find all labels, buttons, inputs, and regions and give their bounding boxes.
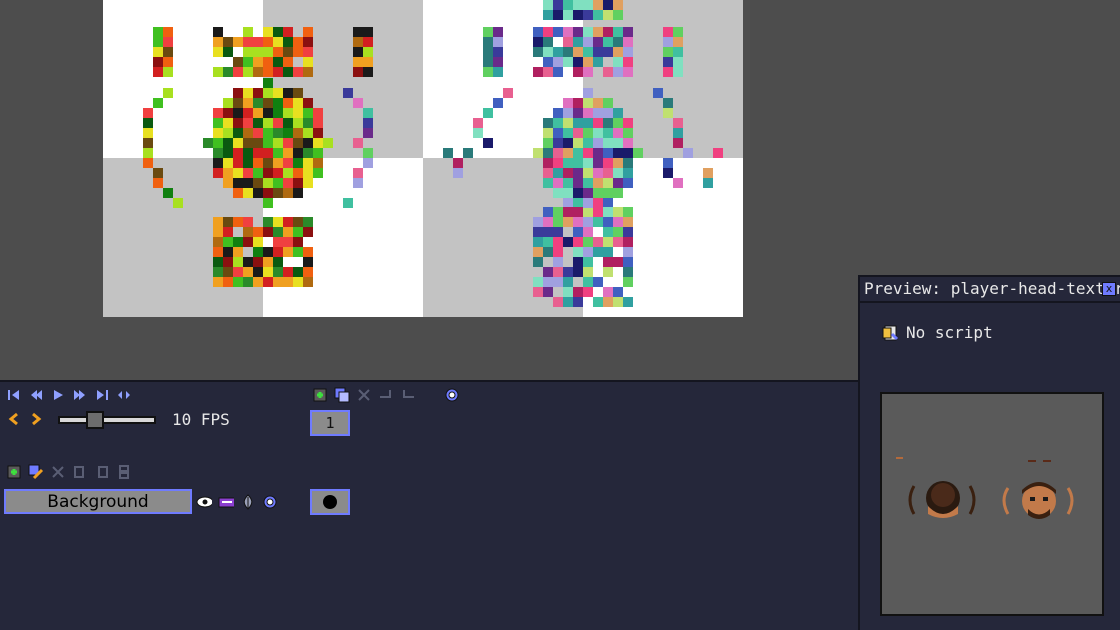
delete-layer-icon bbox=[50, 464, 66, 480]
pixel-art bbox=[143, 0, 723, 307]
first-frame-icon[interactable] bbox=[6, 387, 22, 403]
fps-slider-track[interactable] bbox=[58, 416, 156, 424]
texture-canvas[interactable] bbox=[103, 0, 743, 317]
preview-panel: Preview: player-head-texture x No script bbox=[858, 275, 1120, 630]
preview-viewport[interactable] bbox=[880, 392, 1104, 616]
editor-window: 10 FPS 1 Background Preview: player-head… bbox=[0, 0, 1120, 630]
move-frame-left-icon bbox=[378, 387, 394, 403]
frame-1-button[interactable]: 1 bbox=[310, 410, 350, 436]
preview-model bbox=[896, 457, 1074, 519]
timeline-panel: 10 FPS 1 Background bbox=[0, 380, 858, 630]
onion-skin-icon[interactable] bbox=[240, 494, 256, 510]
cel-filled-indicator bbox=[323, 495, 337, 509]
previous-frame-icon[interactable] bbox=[28, 387, 44, 403]
add-layer-icon[interactable] bbox=[6, 464, 22, 480]
layer-settings-icon[interactable] bbox=[262, 494, 278, 510]
loop-icon[interactable] bbox=[116, 387, 132, 403]
chevron-right-icon[interactable] bbox=[28, 411, 44, 427]
play-icon[interactable] bbox=[50, 387, 66, 403]
chevron-left-icon[interactable] bbox=[6, 411, 22, 427]
eye-icon[interactable] bbox=[196, 494, 212, 510]
close-icon[interactable]: x bbox=[1102, 282, 1116, 296]
clone-frame-icon[interactable] bbox=[334, 387, 350, 403]
frame-settings-icon[interactable] bbox=[444, 387, 460, 403]
merge-layer-icon bbox=[116, 464, 132, 480]
script-status-label: No script bbox=[906, 323, 993, 342]
last-frame-icon[interactable] bbox=[94, 387, 110, 403]
add-frame-icon[interactable] bbox=[312, 387, 328, 403]
move-layer-up-icon bbox=[72, 464, 88, 480]
layer-background[interactable]: Background bbox=[4, 489, 192, 514]
script-icon bbox=[882, 325, 899, 340]
script-status[interactable]: No script bbox=[882, 323, 993, 342]
lock-icon[interactable] bbox=[218, 494, 234, 510]
delete-frame-icon bbox=[356, 387, 372, 403]
clone-layer-icon[interactable] bbox=[28, 464, 44, 480]
preview-title: Preview: player-head-texture bbox=[860, 277, 1120, 303]
fps-slider[interactable] bbox=[58, 411, 156, 429]
move-frame-right-icon bbox=[400, 387, 416, 403]
fps-label: 10 FPS bbox=[172, 410, 230, 429]
next-frame-icon[interactable] bbox=[72, 387, 88, 403]
layer-cel-frame-1[interactable] bbox=[310, 489, 350, 515]
move-layer-down-icon bbox=[94, 464, 110, 480]
fps-slider-thumb[interactable] bbox=[86, 411, 104, 429]
